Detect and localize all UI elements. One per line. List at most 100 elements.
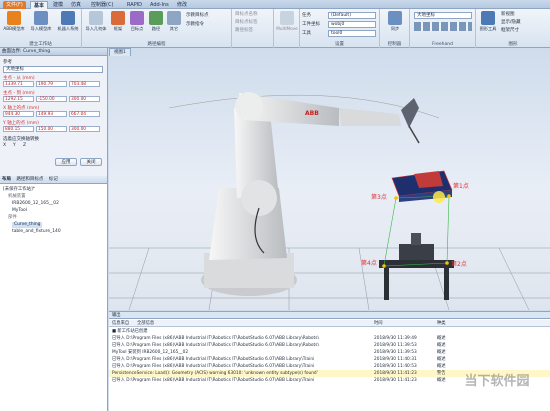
group-graphics: 图形工具 新视图 显示/隐藏 框架尺寸 图形 (476, 9, 550, 48)
axis-swap-label: 选着应交换轴转换 (3, 137, 39, 142)
axis-x-checkbox[interactable]: X (3, 143, 6, 148)
target-button[interactable]: 目标点 (128, 11, 146, 31)
abb-library-button[interactable]: ABB模型库 (2, 11, 26, 31)
point-2-label: 第2点 (451, 260, 467, 268)
tree-parts[interactable]: 部件 (8, 215, 17, 221)
graphics-tools-button[interactable]: 图形工具 (478, 11, 498, 31)
wobj-select[interactable]: wobj0 (328, 21, 376, 28)
p2-x[interactable]: 1292.15 (3, 96, 34, 102)
header-kind[interactable]: 种类 (437, 320, 446, 326)
cursor-highlight (433, 191, 445, 203)
tab-simulation[interactable]: 仿真 (68, 1, 84, 9)
output-tab-row: 输出 (109, 312, 550, 319)
tab-addins[interactable]: Add-Ins (147, 1, 172, 9)
teach-target-button[interactable]: 示教目标点 (186, 12, 209, 20)
tab-rapid[interactable]: RAPID (124, 1, 145, 9)
path-icon (149, 11, 163, 25)
file-tab[interactable]: 文件(F) (3, 1, 26, 9)
p1-z[interactable]: 703.48 (69, 81, 100, 87)
tab-layout[interactable]: 布局 (2, 177, 11, 182)
target-name-toggle[interactable]: 目标点名称 (235, 11, 258, 19)
sync-icon (388, 11, 402, 25)
p3-z[interactable]: 667.04 (69, 111, 100, 117)
scene-canvas[interactable]: ABB 第1点 第2点 第3点 第4点 (109, 48, 550, 310)
path-button[interactable]: 路径 (148, 11, 164, 31)
view1-tab[interactable]: 视图1 (109, 48, 131, 56)
3d-viewport[interactable]: ABB 第1点 第2点 第3点 第4点 视图1 (109, 48, 550, 310)
teach-instruction-button[interactable]: 示教指令 (186, 21, 204, 29)
wobj-label: 工件坐标 (302, 22, 320, 27)
tree-item-tool[interactable]: MyTool (12, 208, 27, 214)
system-icon (61, 11, 75, 25)
tab-modeling[interactable]: 建模 (50, 1, 66, 9)
target-icon (130, 11, 144, 25)
close-button[interactable]: 关闭 (80, 158, 102, 166)
output-tab[interactable]: 输出 (112, 312, 121, 318)
header-source[interactable]: 信息来自 (112, 320, 129, 326)
watermark: 当下软件园 (464, 374, 530, 389)
header-filter[interactable]: 全部信息 (137, 320, 154, 326)
p2-z[interactable]: 300.00 (69, 96, 100, 102)
axis-y-checkbox[interactable]: Y (13, 143, 16, 148)
tree-root[interactable]: [未保存工作站]* (3, 187, 35, 193)
tree-item-robot[interactable]: IRB2600_12_165__02 (12, 201, 59, 207)
output-row[interactable]: ■ 新工作站已创建 (109, 328, 550, 335)
other-button[interactable]: 其它 (166, 11, 182, 31)
layout-tabs: 布局 路径和目标点 标记 (0, 176, 107, 184)
reference-dropdown[interactable]: 大地坐标 (3, 66, 103, 73)
point-3-label: 第3点 (371, 193, 387, 201)
p4-z[interactable]: 300.00 (69, 126, 100, 132)
frame-size-button[interactable]: 框架尺寸 (501, 27, 519, 35)
output-row[interactable]: 已导入 D:\Program Files (x86)\ABB Industria… (109, 335, 550, 342)
abb-logo: ABB (305, 110, 319, 117)
tab-paths-targets[interactable]: 路径和目标点 (16, 177, 43, 182)
tab-basic[interactable]: 基本 (30, 1, 49, 9)
sync-button[interactable]: 同步 (384, 11, 406, 31)
axis-z-checkbox[interactable]: Z (23, 143, 26, 148)
group-settings: 任务 (Default) 工件坐标 wobj0 工具 tool0 设置 (300, 9, 380, 48)
robot-system-button[interactable]: 机器人系统 (56, 11, 80, 31)
p3-x[interactable]: 944.30 (3, 111, 34, 117)
tree-item-curve[interactable]: Curve_thing (12, 222, 43, 228)
group-label: 图形 (508, 42, 518, 47)
tab-controller[interactable]: 控制器(C) (88, 1, 116, 9)
p4-y[interactable]: 150.00 (36, 126, 67, 132)
other-icon (167, 11, 181, 25)
new-view-button[interactable]: 新视图 (501, 11, 515, 19)
import-geometry-button[interactable]: 导入几何体 (84, 11, 108, 31)
tab-tags[interactable]: 标记 (49, 177, 58, 182)
geometry-icon (89, 11, 103, 25)
output-window: 输出 信息来自 全部信息 时间 种类 ■ 新工作站已创建 已导入 D:\Prog… (109, 311, 550, 411)
point-1-label: 第1点 (453, 182, 469, 190)
p2-y[interactable]: -150.00 (36, 96, 67, 102)
tool-select[interactable]: tool0 (328, 30, 376, 37)
ribbon: ABB模型库 导入模型库 机器人系统 建立工作站 导入几何体 框架 目标点 路径… (0, 9, 550, 48)
p1-y[interactable]: 190.79 (36, 81, 67, 87)
path-label-toggle[interactable]: 路径标签 (235, 27, 253, 35)
task-label: 任务 (302, 13, 311, 18)
task-select[interactable]: (Default) (328, 12, 376, 19)
p4-x[interactable]: 880.15 (3, 126, 34, 132)
frame-button[interactable]: 框架 (110, 11, 126, 31)
panel-title: 曲面边界: Curve_thing (0, 48, 107, 56)
p1-x[interactable]: 1339.71 (3, 81, 34, 87)
p3-y[interactable]: 149.93 (36, 111, 67, 117)
surface-border-panel: 曲面边界: Curve_thing 参考 大地坐标 主点 - 从 (mm) 13… (0, 48, 108, 178)
output-row[interactable]: 已导入 D:\Program Files (x86)\ABB Industria… (109, 342, 550, 349)
show-hide-button[interactable]: 显示/隐藏 (501, 19, 521, 27)
group-label: Freehand (432, 42, 453, 47)
tree-item-table[interactable]: table_and_fixture_140 (12, 229, 61, 235)
group-label: 路径编程 (147, 42, 166, 47)
target-label-toggle[interactable]: 目标点标签 (235, 19, 258, 27)
freehand-tools[interactable] (414, 22, 472, 31)
tree-mechanisms[interactable]: 机械装置 (8, 194, 26, 200)
multimove-button[interactable]: MultiMove (276, 11, 298, 31)
group-label: 建立工作站 (29, 42, 52, 47)
import-library-button[interactable]: 导入模型库 (28, 11, 54, 31)
reference-select[interactable]: 大地坐标 (414, 12, 472, 19)
header-time[interactable]: 时间 (374, 320, 383, 326)
apply-button[interactable]: 应用 (55, 158, 77, 166)
library-icon (34, 11, 48, 25)
output-row[interactable]: MyTool 安装到 IRB2600_12_165__02 2018/9/30 1… (109, 349, 550, 356)
tab-modify[interactable]: 修改 (174, 1, 190, 9)
